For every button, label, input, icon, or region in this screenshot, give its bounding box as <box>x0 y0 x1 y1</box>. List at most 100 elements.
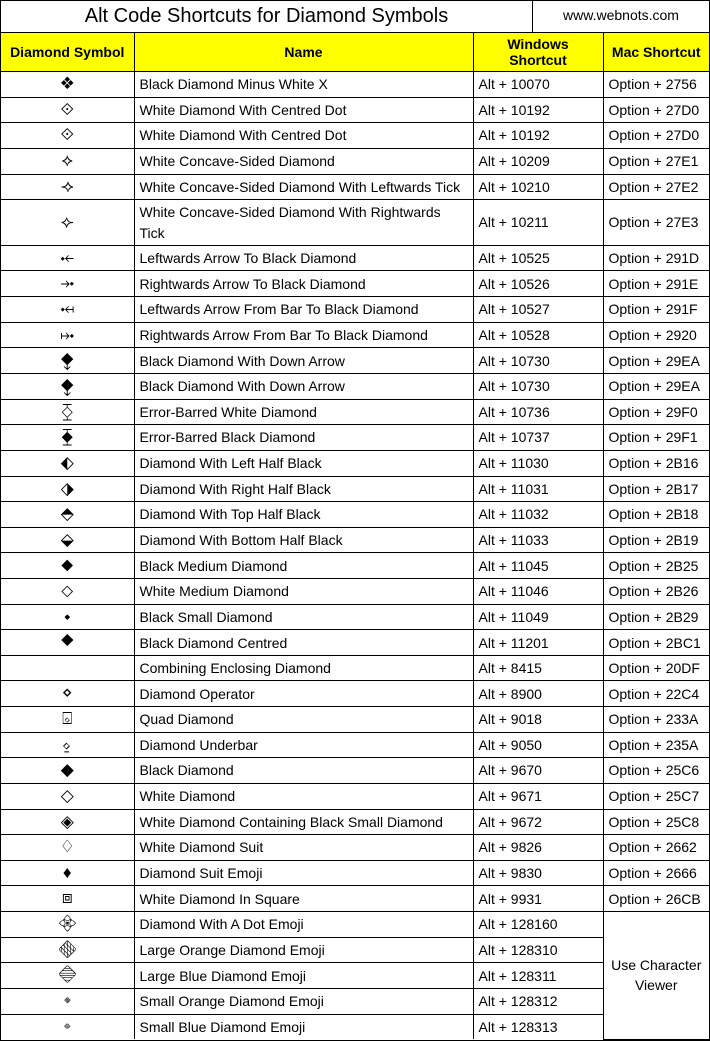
windows-shortcut-cell: Alt + 128312 <box>473 989 603 1015</box>
name-cell: Diamond Underbar <box>134 732 473 758</box>
mac-shortcut-cell: Option + 2B26 <box>603 579 709 605</box>
symbol-cell: ⯁ <box>1 630 134 656</box>
mac-shortcut-cell: Option + 2B17 <box>603 476 709 502</box>
windows-shortcut-cell: Alt + 9672 <box>473 809 603 835</box>
symbol-cell: 🔶︎ <box>1 937 134 963</box>
mac-shortcut-cell: Option + 2B25 <box>603 553 709 579</box>
name-cell: White Diamond Containing Black Small Dia… <box>134 809 473 835</box>
windows-shortcut-cell: Alt + 9830 <box>473 860 603 886</box>
table-row: ⬦White Medium DiamondAlt + 11046Option +… <box>1 579 709 605</box>
name-cell: Black Diamond With Down Arrow <box>134 348 473 374</box>
name-cell: Combining Enclosing Diamond <box>134 656 473 681</box>
symbol-cell: ⋄ <box>1 681 134 707</box>
windows-shortcut-cell: Alt + 11049 <box>473 604 603 630</box>
mac-shortcut-cell: Option + 2B29 <box>603 604 709 630</box>
table-row: ♦Diamond Suit EmojiAlt + 9830Option + 26… <box>1 860 709 886</box>
mac-shortcut-cell: Option + 27D0 <box>603 123 709 149</box>
name-cell: Diamond With Right Half Black <box>134 476 473 502</box>
symbol-cell: ⬖ <box>1 450 134 476</box>
symbol-cell: ⟣ <box>1 200 134 246</box>
table-row: ⧰Error-Barred White DiamondAlt + 10736Op… <box>1 399 709 425</box>
windows-shortcut-cell: Alt + 11033 <box>473 527 603 553</box>
table-row: ⧱Error-Barred Black DiamondAlt + 10737Op… <box>1 425 709 451</box>
name-cell: White Diamond With Centred Dot <box>134 123 473 149</box>
shortcuts-table: Diamond Symbol Name Windows Shortcut Mac… <box>1 33 709 1040</box>
symbol-cell: ⬘ <box>1 502 134 528</box>
table-row: ❖Black Diamond Minus White XAlt + 10070O… <box>1 72 709 98</box>
windows-shortcut-cell: Alt + 11201 <box>473 630 603 656</box>
name-cell: Diamond Suit Emoji <box>134 860 473 886</box>
table-row: ⤝Leftwards Arrow To Black DiamondAlt + 1… <box>1 245 709 271</box>
name-cell: White Concave-Sided Diamond <box>134 148 473 174</box>
mac-shortcut-merged-cell: Use Character Viewer <box>603 912 709 1040</box>
symbol-cell: ◇ <box>1 783 134 809</box>
col-header-symbol: Diamond Symbol <box>1 33 134 72</box>
symbol-cell: ♢ <box>1 835 134 861</box>
mac-shortcut-cell: Option + 27E3 <box>603 200 709 246</box>
mac-shortcut-cell: Option + 2B16 <box>603 450 709 476</box>
symbol-cell: ⬙ <box>1 527 134 553</box>
name-cell: Large Blue Diamond Emoji <box>134 963 473 989</box>
name-cell: Small Orange Diamond Emoji <box>134 989 473 1015</box>
symbol-cell: 🔹︎ <box>1 1014 134 1039</box>
name-cell: Rightwards Arrow From Bar To Black Diamo… <box>134 322 473 348</box>
mac-shortcut-cell: Option + 2B19 <box>603 527 709 553</box>
name-cell: Black Diamond Centred <box>134 630 473 656</box>
mac-shortcut-cell: Option + 233A <box>603 706 709 732</box>
mac-shortcut-cell: Option + 25C6 <box>603 758 709 784</box>
table-row: ⬥Black Medium DiamondAlt + 11045Option +… <box>1 553 709 579</box>
windows-shortcut-cell: Alt + 9670 <box>473 758 603 784</box>
windows-shortcut-cell: Alt + 128160 <box>473 912 603 938</box>
windows-shortcut-cell: Alt + 10736 <box>473 399 603 425</box>
table-header-row: Diamond Symbol Name Windows Shortcut Mac… <box>1 33 709 72</box>
table-row: ◇White DiamondAlt + 9671Option + 25C7 <box>1 783 709 809</box>
name-cell: White Diamond <box>134 783 473 809</box>
name-cell: Diamond Operator <box>134 681 473 707</box>
symbol-cell: ⟢ <box>1 174 134 200</box>
name-cell: White Concave-Sided Diamond With Rightwa… <box>134 200 473 246</box>
symbol-cell: ◈ <box>1 809 134 835</box>
mac-shortcut-cell: Option + 29F1 <box>603 425 709 451</box>
table-row: ⯁Black Diamond CentredAlt + 11201Option … <box>1 630 709 656</box>
symbol-cell: ⧰ <box>1 399 134 425</box>
mac-shortcut-cell: Option + 291E <box>603 271 709 297</box>
windows-shortcut-cell: Alt + 10209 <box>473 148 603 174</box>
symbol-cell: ⬥ <box>1 553 134 579</box>
table-body: ❖Black Diamond Minus White XAlt + 10070O… <box>1 72 709 1040</box>
source-url: www.webnots.com <box>533 1 709 32</box>
col-header-windows: Windows Shortcut <box>473 33 603 72</box>
windows-shortcut-cell: Alt + 10211 <box>473 200 603 246</box>
symbol-cell: 💠︎ <box>1 912 134 938</box>
name-cell: Small Blue Diamond Emoji <box>134 1014 473 1039</box>
windows-shortcut-cell: Alt + 10527 <box>473 297 603 323</box>
mac-shortcut-cell: Option + 235A <box>603 732 709 758</box>
page-title: Alt Code Shortcuts for Diamond Symbols <box>1 1 533 32</box>
name-cell: Leftwards Arrow From Bar To Black Diamon… <box>134 297 473 323</box>
windows-shortcut-cell: Alt + 10730 <box>473 348 603 374</box>
symbol-cell: ⤠ <box>1 322 134 348</box>
windows-shortcut-cell: Alt + 9050 <box>473 732 603 758</box>
symbol-cell: ⍚ <box>1 732 134 758</box>
windows-shortcut-cell: Alt + 10192 <box>473 97 603 123</box>
windows-shortcut-cell: Alt + 9018 <box>473 706 603 732</box>
windows-shortcut-cell: Alt + 128311 <box>473 963 603 989</box>
col-header-name: Name <box>134 33 473 72</box>
name-cell: Quad Diamond <box>134 706 473 732</box>
table-row: ⤞Rightwards Arrow To Black DiamondAlt + … <box>1 271 709 297</box>
symbol-cell: ⤞ <box>1 271 134 297</box>
mac-shortcut-cell: Option + 22C4 <box>603 681 709 707</box>
windows-shortcut-cell: Alt + 10526 <box>473 271 603 297</box>
name-cell: White Diamond In Square <box>134 886 473 912</box>
name-cell: Error-Barred White Diamond <box>134 399 473 425</box>
mac-shortcut-cell: Option + 2756 <box>603 72 709 98</box>
name-cell: Rightwards Arrow To Black Diamond <box>134 271 473 297</box>
symbol-cell: ⤝ <box>1 245 134 271</box>
mac-shortcut-cell: Option + 27E2 <box>603 174 709 200</box>
table-row: ⬩Black Small DiamondAlt + 11049Option + … <box>1 604 709 630</box>
name-cell: Black Diamond Minus White X <box>134 72 473 98</box>
name-cell: White Diamond Suit <box>134 835 473 861</box>
name-cell: Diamond With Top Half Black <box>134 502 473 528</box>
windows-shortcut-cell: Alt + 10192 <box>473 123 603 149</box>
windows-shortcut-cell: Alt + 9826 <box>473 835 603 861</box>
windows-shortcut-cell: Alt + 10737 <box>473 425 603 451</box>
